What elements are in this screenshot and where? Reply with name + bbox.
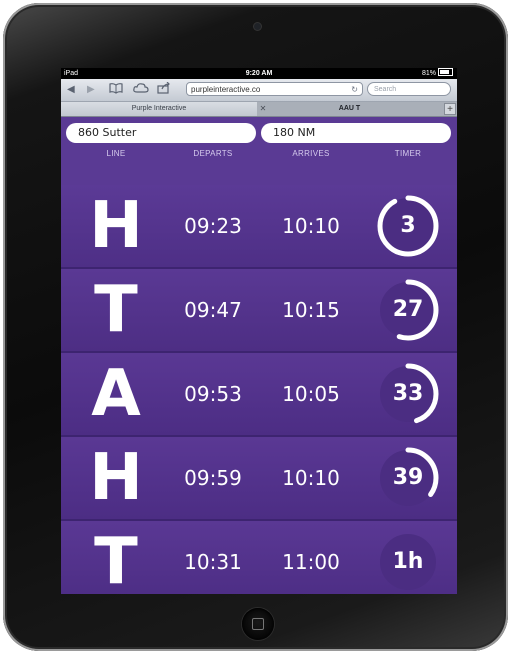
tab-bar: Purple Interactive ✕ AAU T + — [61, 102, 457, 117]
line-letter: T — [94, 525, 138, 594]
header-timer: TIMER — [394, 149, 422, 158]
status-bar: iPad 9:20 AM 81% — [61, 68, 457, 79]
line-letter: T — [94, 273, 138, 347]
timer-value: 39 — [392, 465, 424, 490]
new-tab-button[interactable]: + — [444, 103, 456, 115]
route-inputs: 860 Sutter 180 NM — [61, 117, 457, 143]
arrives-time: 10:15 — [282, 298, 340, 322]
header-departs: DEPARTS — [193, 149, 233, 158]
schedule-row[interactable]: H 09:23 10:10 3 — [61, 185, 457, 269]
departs-time: 09:53 — [184, 382, 242, 406]
camera-icon — [254, 23, 261, 30]
timer-value: 33 — [392, 381, 424, 406]
countdown-timer: 3 — [375, 193, 441, 259]
arrives-time: 11:00 — [282, 550, 340, 574]
schedule-row[interactable]: T 09:47 10:15 27 — [61, 269, 457, 353]
cloud-icon[interactable] — [133, 81, 149, 99]
battery-percent: 81% — [421, 70, 436, 77]
arrives-time: 10:05 — [282, 382, 340, 406]
bookmarks-icon[interactable] — [109, 81, 123, 99]
home-button[interactable] — [242, 608, 274, 640]
search-field[interactable]: Search — [367, 82, 451, 96]
line-letter: A — [91, 357, 141, 431]
schedule-list: H 09:23 10:10 3 T 09:47 10:15 27 A 09:53… — [61, 185, 457, 594]
schedule-row[interactable]: H 09:59 10:10 39 — [61, 437, 457, 521]
departs-time: 10:31 — [184, 550, 242, 574]
ipad-device: iPad 9:20 AM 81% ◀ ▶ purpleinteractive.c… — [3, 3, 508, 651]
destination-field[interactable]: 180 NM — [261, 123, 451, 143]
countdown-timer: 27 — [375, 277, 441, 343]
battery-icon — [438, 68, 453, 76]
timer-value: 27 — [392, 297, 424, 322]
url-field[interactable]: purpleinteractive.co ↻ — [186, 82, 363, 96]
url-text: purpleinteractive.co — [191, 85, 261, 94]
column-headers: LINE DEPARTS ARRIVES TIMER — [61, 145, 457, 165]
departs-time: 09:47 — [184, 298, 242, 322]
countdown-timer: 33 — [375, 361, 441, 427]
back-icon[interactable]: ◀ — [67, 81, 75, 99]
browser-toolbar: ◀ ▶ purpleinteractive.co ↻ Search — [61, 79, 457, 102]
timer-value: 3 — [400, 213, 416, 238]
share-icon[interactable] — [157, 81, 171, 99]
timer-value: 1h — [392, 549, 424, 574]
reload-icon[interactable]: ↻ — [351, 83, 358, 97]
screen: iPad 9:20 AM 81% ◀ ▶ purpleinteractive.c… — [61, 68, 457, 594]
countdown-timer: 39 — [375, 445, 441, 511]
schedule-row[interactable]: A 09:53 10:05 33 — [61, 353, 457, 437]
arrives-time: 10:10 — [282, 466, 340, 490]
header-line: LINE — [106, 149, 126, 158]
arrives-time: 10:10 — [282, 214, 340, 238]
header-arrives: ARRIVES — [292, 149, 330, 158]
tab-purple-interactive[interactable]: Purple Interactive — [61, 102, 257, 116]
countdown-timer: 1h — [375, 529, 441, 594]
battery-status: 81% — [422, 68, 453, 79]
departs-time: 09:59 — [184, 466, 242, 490]
clock: 9:20 AM — [245, 70, 273, 77]
forward-icon[interactable]: ▶ — [87, 81, 95, 99]
departs-time: 09:23 — [184, 214, 242, 238]
schedule-row[interactable]: T 10:31 11:00 1h — [61, 521, 457, 594]
tab-aaut[interactable]: AAU T — [258, 102, 441, 116]
line-letter: H — [89, 441, 143, 515]
origin-field[interactable]: 860 Sutter — [66, 123, 256, 143]
line-letter: H — [89, 189, 143, 263]
